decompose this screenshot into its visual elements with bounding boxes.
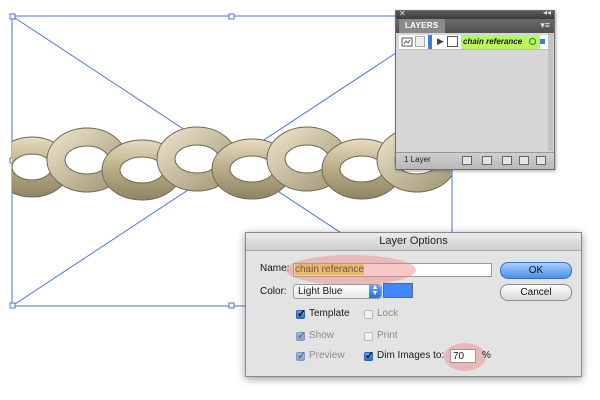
template-checkbox[interactable] — [296, 307, 306, 320]
layer-count: 1 Layer — [404, 155, 431, 164]
new-sublayer-icon[interactable] — [502, 156, 512, 165]
show-checkbox[interactable] — [296, 329, 306, 342]
lock-label: Lock — [377, 308, 399, 319]
print-label: Print — [377, 330, 398, 341]
chain-image — [12, 126, 452, 201]
selection-indicator[interactable] — [540, 39, 545, 44]
select-arrows-icon: ▲ ▼ — [369, 284, 381, 298]
layer-thumbnail — [447, 36, 458, 47]
collapse-icon[interactable]: ◂◂ — [543, 8, 551, 17]
color-select-value: Light Blue — [298, 286, 343, 297]
color-swatch[interactable] — [383, 283, 413, 298]
template-visibility-icon[interactable] — [401, 36, 413, 48]
percent-sign: % — [482, 350, 491, 361]
dim-images-checkbox[interactable] — [364, 349, 374, 362]
layer-options-dialog: Layer Options Name: chain referance Colo… — [245, 232, 582, 377]
ok-button[interactable]: OK — [500, 262, 572, 279]
dim-percent-field[interactable]: 70 — [450, 349, 476, 363]
panel-footer: 1 Layer — [396, 152, 554, 169]
show-label: Show — [309, 330, 335, 341]
target-circle-icon[interactable] — [529, 38, 536, 45]
tab-layers[interactable]: LAYERS — [399, 19, 445, 33]
template-label: Template — [309, 308, 350, 319]
expand-triangle-icon[interactable]: ▶ — [437, 36, 444, 47]
layer-color-indicator — [428, 35, 432, 49]
name-label: Name: — [260, 263, 290, 274]
trash-icon[interactable] — [536, 156, 546, 165]
dim-images-label: Dim Images to: — [377, 350, 445, 361]
color-label: Color: — [260, 286, 287, 297]
lock-toggle[interactable] — [415, 36, 425, 47]
close-icon[interactable]: ✕ — [399, 9, 406, 18]
panel-menu-icon[interactable]: ▾≡ — [540, 20, 550, 31]
panel-tabrow: LAYERS ▾≡ — [396, 19, 554, 33]
layers-panel: ✕ ◂◂ LAYERS ▾≡ ▶ chain referance 1 Layer — [395, 8, 555, 170]
layer-row[interactable]: ▶ chain referance — [399, 35, 549, 50]
panel-topbar[interactable]: ✕ ◂◂ — [396, 8, 554, 19]
color-select[interactable]: Light Blue ▲ ▼ — [293, 284, 382, 299]
preview-checkbox[interactable] — [296, 349, 306, 362]
highlight-annotation-name — [286, 255, 416, 285]
new-layer-icon[interactable] — [519, 156, 529, 165]
panel-scrollbar[interactable] — [548, 33, 553, 151]
locate-object-icon[interactable] — [462, 156, 472, 165]
preview-label: Preview — [309, 350, 345, 361]
dialog-title: Layer Options — [246, 233, 581, 251]
print-checkbox[interactable] — [364, 332, 373, 341]
clipping-mask-icon[interactable] — [482, 156, 492, 165]
cancel-button[interactable]: Cancel — [500, 284, 572, 301]
lock-checkbox[interactable] — [364, 310, 373, 319]
